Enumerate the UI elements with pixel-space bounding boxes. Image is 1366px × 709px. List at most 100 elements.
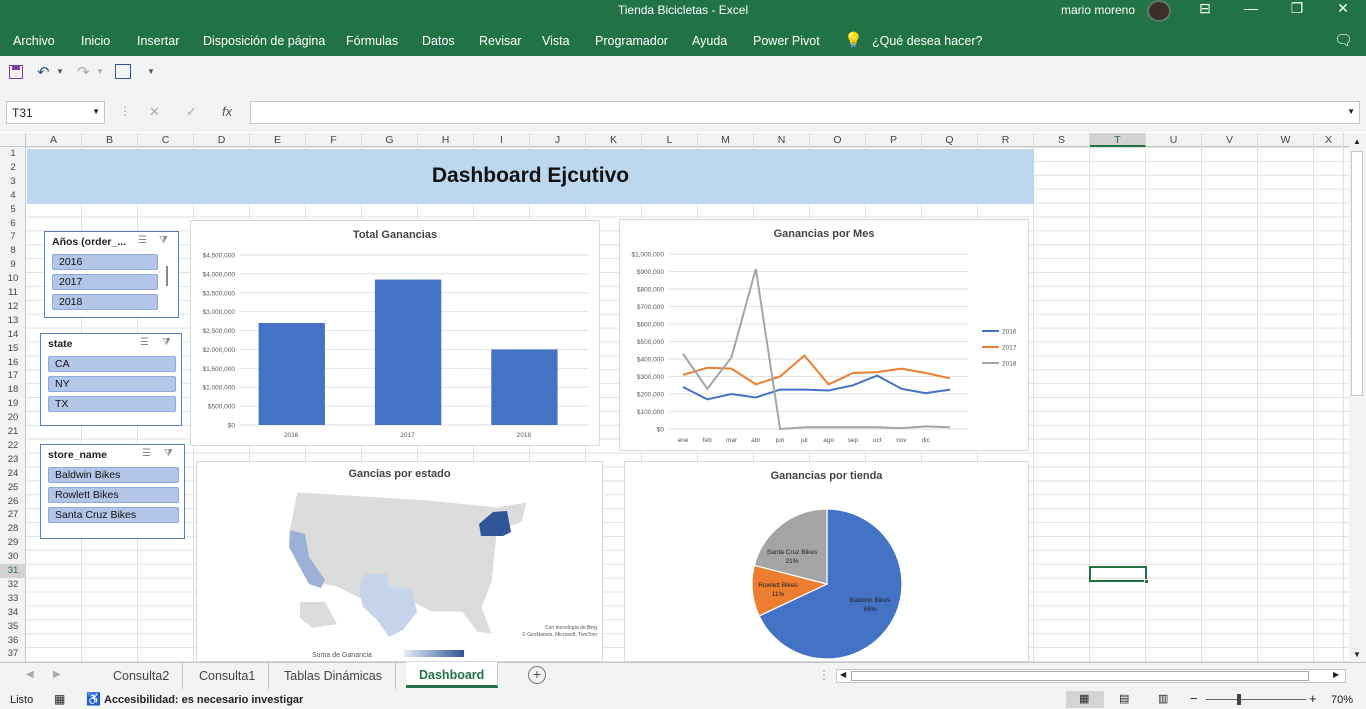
cancel-icon[interactable]: ✕ [149, 104, 160, 120]
row-header[interactable]: 3 [0, 175, 26, 189]
row-header[interactable]: 31 [0, 564, 26, 578]
row-header[interactable]: 23 [0, 453, 26, 467]
insert-function-icon[interactable]: fx [222, 104, 232, 119]
column-header[interactable]: B [82, 133, 138, 147]
row-header[interactable]: 24 [0, 467, 26, 481]
column-header[interactable]: G [362, 133, 418, 147]
column-header[interactable]: O [810, 133, 866, 147]
lightbulb-icon[interactable]: 💡 [844, 31, 863, 49]
next-sheet-icon[interactable]: ▶ [53, 669, 61, 680]
row-header[interactable]: 37 [0, 647, 26, 661]
scroll-right-icon[interactable]: ▶ [1333, 670, 1339, 679]
column-header[interactable]: E [250, 133, 306, 147]
enter-icon[interactable]: ✓ [186, 104, 197, 120]
normal-view-button[interactable]: ▦ [1066, 691, 1104, 708]
tell-me-search[interactable]: ¿Qué desea hacer? [872, 34, 983, 48]
chart-ganancias-por-mes[interactable]: Ganancias por Mes $0 $100,000 $200,000 $300… [619, 219, 1029, 451]
chart-ganancias-por-tienda[interactable]: Ganancias por tienda Baldwin Bikes 68% Row… [624, 461, 1029, 662]
ribbon-tab-ayuda[interactable]: Ayuda [692, 34, 727, 48]
row-header[interactable]: 34 [0, 606, 26, 620]
row-header[interactable]: 30 [0, 550, 26, 564]
accessibility-icon[interactable]: ♿ [86, 692, 101, 706]
ribbon-tab-datos[interactable]: Datos [422, 34, 455, 48]
zoom-out-icon[interactable]: − [1190, 691, 1198, 706]
column-header[interactable]: X [1314, 133, 1344, 147]
avatar[interactable] [1147, 0, 1171, 22]
slicer-item-baldwin[interactable]: Baldwin Bikes [48, 467, 179, 483]
row-header[interactable]: 10 [0, 272, 26, 286]
slicer-state[interactable]: state ☰ ⧩ CA NY TX [40, 333, 182, 426]
row-header[interactable]: 26 [0, 495, 26, 509]
ribbon-tab-disposición-de-página[interactable]: Disposición de página [203, 34, 325, 48]
slicer-item-2018[interactable]: 2018 [52, 294, 158, 310]
close-icon[interactable]: ✕ [1328, 0, 1358, 18]
row-header[interactable]: 32 [0, 578, 26, 592]
column-header[interactable]: H [418, 133, 474, 147]
row-header[interactable]: 16 [0, 356, 26, 370]
slicer-item-rowlett[interactable]: Rowlett Bikes [48, 487, 179, 503]
row-header[interactable]: 15 [0, 342, 26, 356]
column-header[interactable]: R [978, 133, 1034, 147]
name-box-dropdown-icon[interactable]: ▼ [92, 107, 100, 116]
slicer-item-tx[interactable]: TX [48, 396, 176, 412]
row-header[interactable]: 29 [0, 536, 26, 550]
row-header[interactable]: 7 [0, 230, 26, 244]
row-header[interactable]: 12 [0, 300, 26, 314]
vertical-scroll-thumb[interactable] [1351, 151, 1363, 396]
ribbon-tab-insertar[interactable]: Insertar [137, 34, 179, 48]
zoom-slider-thumb[interactable] [1237, 694, 1241, 705]
row-header[interactable]: 17 [0, 369, 26, 383]
column-header[interactable]: J [530, 133, 586, 147]
row-header[interactable]: 1 [0, 147, 26, 161]
row-header[interactable]: 4 [0, 189, 26, 203]
column-header[interactable]: K [586, 133, 642, 147]
row-header[interactable]: 19 [0, 397, 26, 411]
row-header[interactable]: 25 [0, 481, 26, 495]
row-header[interactable]: 28 [0, 522, 26, 536]
chart-total-ganancias[interactable]: Total Ganancias $0 $500,000 $1,000,000 $1,5… [190, 220, 600, 446]
horizontal-scroll-thumb[interactable] [851, 671, 1309, 681]
slicer-item-ny[interactable]: NY [48, 376, 176, 392]
column-header[interactable]: Q [922, 133, 978, 147]
multi-select-icon[interactable]: ☰ [142, 448, 156, 460]
qat-more-icon[interactable]: ▼ [147, 67, 155, 76]
zoom-slider[interactable] [1206, 699, 1306, 700]
slicer-store[interactable]: store_name ☰ ⧩ Baldwin Bikes Rowlett Bik… [40, 444, 185, 539]
ribbon-tab-programador[interactable]: Programador [595, 34, 668, 48]
formula-input[interactable]: ▼ [250, 101, 1360, 124]
accessibility-status[interactable]: Accesibilidad: es necesario investigar [104, 694, 303, 706]
undo-dropdown-icon[interactable]: ▼ [56, 67, 64, 76]
column-header[interactable]: C [138, 133, 194, 147]
ribbon-tab-archivo[interactable]: Archivo [13, 34, 55, 48]
ribbon-tab-fórmulas[interactable]: Fórmulas [346, 34, 398, 48]
customize-icon[interactable] [115, 64, 131, 79]
restore-icon[interactable]: ❐ [1282, 0, 1312, 18]
column-header[interactable]: L [642, 133, 698, 147]
scroll-up-icon[interactable]: ▲ [1353, 137, 1361, 146]
formula-expand-icon[interactable]: ▼ [1347, 107, 1355, 116]
ribbon-tab-inicio[interactable]: Inicio [81, 34, 110, 48]
tab-consulta2[interactable]: Consulta2 [100, 663, 184, 689]
column-header[interactable]: W [1258, 133, 1314, 147]
chart-ganancias-por-estado[interactable]: Gancias por estado Con tecnología de Bin… [196, 461, 603, 662]
row-header[interactable]: 2 [0, 161, 26, 175]
row-header[interactable]: 6 [0, 217, 26, 231]
save-icon[interactable] [9, 65, 23, 79]
row-header[interactable]: 36 [0, 634, 26, 648]
row-header[interactable]: 9 [0, 258, 26, 272]
row-header[interactable]: 18 [0, 383, 26, 397]
row-header[interactable]: 5 [0, 203, 26, 217]
undo-icon[interactable]: ↶ [37, 63, 50, 81]
row-header[interactable]: 22 [0, 439, 26, 453]
row-header[interactable]: 33 [0, 592, 26, 606]
ribbon-tab-power-pivot[interactable]: Power Pivot [753, 34, 820, 48]
tab-splitter-icon[interactable]: ⋮ [818, 668, 830, 682]
row-header[interactable]: 35 [0, 620, 26, 634]
active-cell[interactable] [1089, 566, 1147, 582]
macro-record-icon[interactable]: ▦ [54, 692, 65, 706]
column-header[interactable]: F [306, 133, 362, 147]
row-header[interactable]: 8 [0, 244, 26, 258]
user-name[interactable]: mario moreno [1061, 3, 1135, 17]
column-header[interactable]: D [194, 133, 250, 147]
zoom-in-icon[interactable]: + [1309, 691, 1317, 706]
